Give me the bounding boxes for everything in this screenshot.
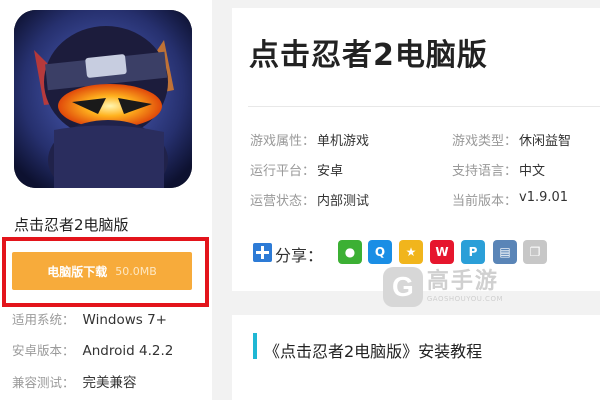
tutorial-title[interactable]: 《点击忍者2电脑版》安装教程 [264,338,482,362]
attr-version: 当前版本： v1.9.01 [452,190,569,209]
watermark-badge-icon: G [383,267,423,307]
share-label: 分享： [275,246,324,265]
attr-platform: 运行平台： 安卓 [250,164,344,179]
game-app-icon[interactable] [14,10,192,188]
tutorial-accent-bar [253,333,257,359]
attr-game-type: 游戏类型： 休闲益智 [452,134,572,149]
divider [248,106,600,107]
weibo-icon[interactable]: W [430,240,454,264]
share-plus-icon[interactable] [253,243,272,262]
spec-compat: 兼容测试： 完美兼容 [12,375,137,391]
pc-download-button[interactable]: 电脑版下载 50.0MB [12,252,192,290]
watermark-subtext: GAOSHOUYOU.COM [426,295,503,303]
copy-icon[interactable]: ❐ [523,240,547,264]
watermark-text: 高手游 [426,269,499,294]
download-label: 电脑版下载 [47,264,108,279]
qzone-icon[interactable]: ★ [399,240,423,264]
download-size: 50.0MB [115,264,157,278]
attr-language: 支持语言： 中文 [452,164,546,179]
site-watermark-logo: G 高手游 GAOSHOUYOU.COM [383,265,503,309]
attr-status: 运营状态： 内部测试 [250,194,370,209]
game-title: 点击忍者2电脑版 [249,38,488,73]
app-name: 点击忍者2电脑版 [14,216,129,234]
attr-game-property: 游戏属性： 单机游戏 [250,134,370,149]
print-icon[interactable]: ▤ [493,240,517,264]
spec-system: 适用系统： Windows 7+ [12,312,167,328]
qq-icon[interactable]: Q [368,240,392,264]
spec-android: 安卓版本： Android 4.2.2 [12,343,174,359]
wechat-icon[interactable]: ● [338,240,362,264]
tencent-weibo-icon[interactable]: P [461,240,485,264]
